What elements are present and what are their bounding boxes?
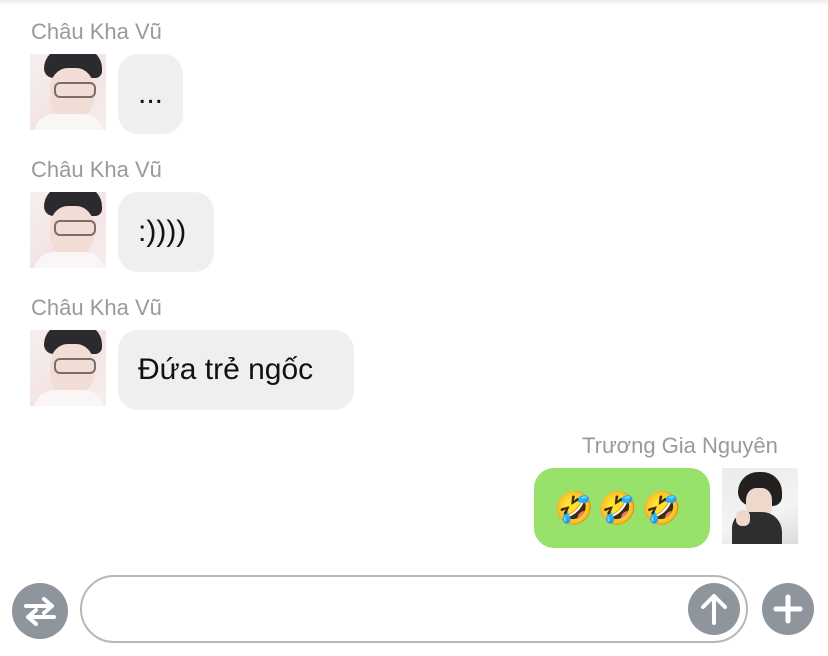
avatar[interactable] [30, 192, 106, 268]
top-edge [0, 0, 828, 6]
sender-name: Châu Kha Vũ [31, 19, 162, 44]
avatar[interactable] [722, 468, 798, 544]
message-bubble-incoming[interactable]: :)))) [118, 192, 214, 272]
add-button[interactable] [762, 583, 814, 635]
sender-name: Châu Kha Vũ [31, 157, 162, 182]
switch-input-button[interactable] [12, 583, 68, 639]
avatar[interactable] [30, 330, 106, 406]
message-input[interactable] [80, 575, 748, 643]
send-button[interactable] [688, 583, 740, 635]
message-bubble-incoming[interactable]: ... [118, 54, 183, 134]
plus-icon [773, 594, 803, 624]
message-bubble-outgoing[interactable]: 🤣🤣🤣 [534, 468, 710, 548]
arrow-up-icon [701, 594, 727, 625]
message-bubble-incoming[interactable]: Đứa trẻ ngốc [118, 330, 354, 410]
swap-arrows-icon [24, 597, 56, 626]
sender-name: Châu Kha Vũ [31, 295, 162, 320]
sender-name: Trương Gia Nguyên [582, 433, 778, 458]
avatar[interactable] [30, 54, 106, 130]
chat-screen: Châu Kha Vũ ... Châu Kha Vũ :)))) Châu K… [0, 0, 828, 656]
